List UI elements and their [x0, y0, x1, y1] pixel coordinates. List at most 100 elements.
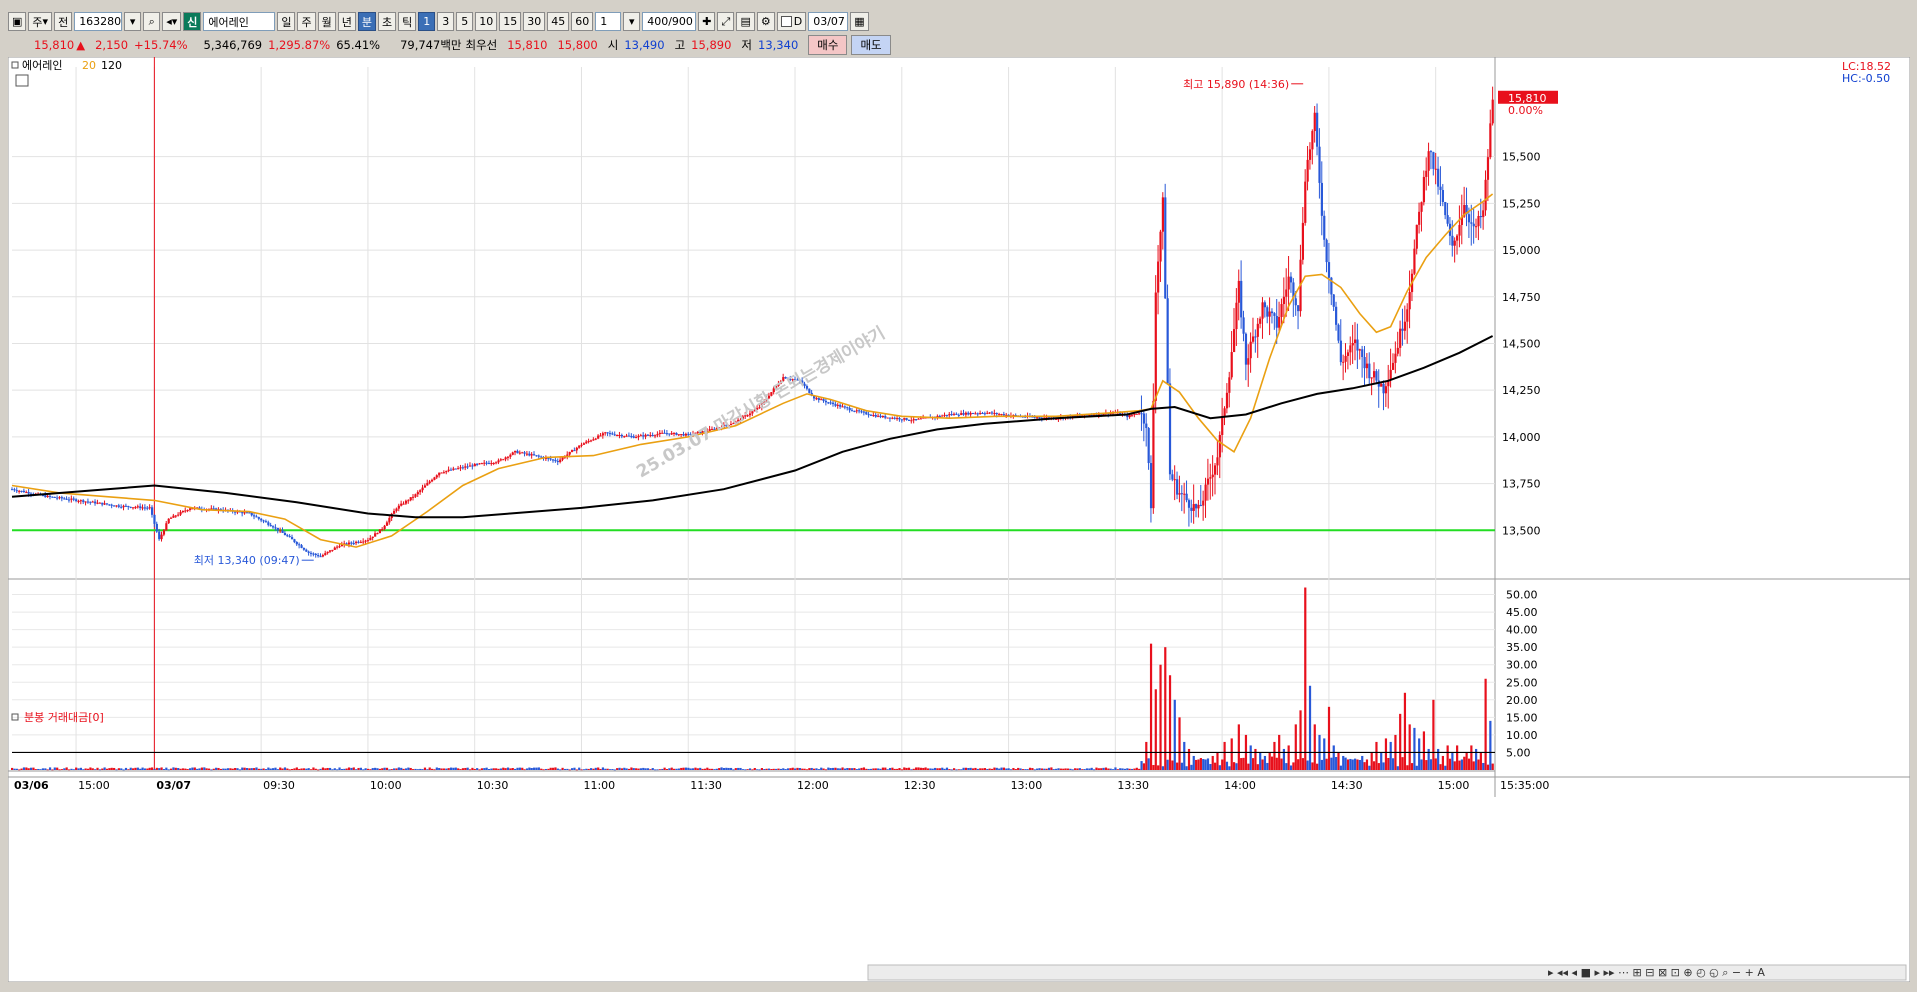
price-tick-label: 13,500	[1502, 524, 1541, 537]
candle-body	[945, 414, 949, 416]
volume-bar	[528, 767, 531, 770]
stock-code-input[interactable]: 163280	[74, 12, 123, 31]
candle-body	[1429, 151, 1433, 153]
candle-body	[1439, 186, 1442, 191]
gear-icon[interactable]: ⚙	[756, 12, 775, 31]
interval-button[interactable]: 30	[523, 12, 546, 31]
scroll-buttons[interactable]: ▸ ◂◂ ◂ ■ ▸ ▸▸ ⋯ ⊞ ⊟ ⊠ ⊡ ⊕ ◴ ◵ ⌕ − + A	[1548, 966, 1765, 979]
candle-body	[58, 497, 61, 499]
period-second-button[interactable]: 초	[377, 12, 397, 31]
date-checkbox[interactable]: D	[776, 12, 807, 31]
save-icon[interactable]: ▤	[736, 12, 755, 31]
interval-button[interactable]: 60	[571, 12, 594, 31]
open-label: 시	[607, 38, 619, 52]
candle-body	[1346, 352, 1350, 356]
period-tick-button[interactable]: 틱	[398, 12, 417, 31]
candle-body	[94, 501, 97, 504]
volume-bar	[105, 768, 109, 770]
chart-settings-icon[interactable]: ▣	[8, 12, 27, 31]
volume-bar	[670, 767, 673, 770]
volume-bar	[898, 768, 901, 770]
interval-button[interactable]: 3	[437, 12, 455, 31]
volume-bar	[495, 768, 498, 770]
volume-bar	[1050, 767, 1053, 770]
interval-button[interactable]: 1	[418, 12, 436, 31]
candle-body	[139, 506, 142, 509]
price-chart[interactable]: 03/06 15:00 03/07 09:30 10:00 10:30 11:00 11:30…	[8, 57, 1910, 982]
candle-body	[442, 472, 446, 474]
volume-bar	[207, 768, 211, 770]
table-icon[interactable]	[15, 74, 29, 87]
cross-tool-icon[interactable]: ✚	[698, 12, 716, 31]
volume-bar	[862, 767, 866, 770]
candle-body	[834, 404, 837, 406]
volume-bar	[566, 768, 569, 770]
best-ask: 15,810	[507, 38, 548, 52]
candle-body	[950, 414, 953, 416]
volume-bar	[234, 767, 237, 770]
market-select[interactable]: 주 ▾	[28, 12, 53, 31]
interval-button[interactable]: 5	[456, 12, 474, 31]
interval-button[interactable]: 15	[499, 12, 522, 31]
price-change: 2,150	[95, 38, 129, 52]
candle-body	[860, 411, 863, 413]
candle-body	[321, 555, 325, 557]
volume-bar	[1306, 760, 1309, 770]
volume-bar	[521, 767, 524, 770]
candle-body	[148, 507, 151, 509]
volume-bar	[1444, 765, 1447, 770]
candle-body	[1256, 323, 1259, 337]
sound-icon[interactable]: ◂▾	[162, 12, 182, 31]
volume-bar	[739, 767, 742, 770]
custom-interval-input[interactable]: 1	[595, 12, 622, 31]
candle-body	[127, 506, 130, 508]
date-field[interactable]: 03/07	[808, 12, 849, 31]
volume-bar	[371, 768, 374, 770]
period-minute-button[interactable]: 분	[357, 12, 376, 31]
candle-body	[371, 536, 374, 538]
candle-body	[1249, 341, 1252, 359]
volume-bar	[362, 769, 365, 771]
volume-bar	[110, 767, 113, 770]
volume-bar	[1116, 769, 1119, 770]
volume-bar	[94, 769, 97, 771]
period-year-button[interactable]: 년	[337, 12, 356, 31]
zoom-tool-icon[interactable]: ⤢	[717, 12, 735, 31]
volume-bar	[378, 768, 381, 770]
period-week-button[interactable]: 주	[297, 12, 316, 31]
interval-button[interactable]: 10	[475, 12, 498, 31]
candle-body	[580, 444, 583, 446]
volume-bar	[986, 768, 989, 770]
volume-bar	[537, 767, 540, 770]
volume-bar	[953, 768, 956, 770]
candle-body	[635, 437, 638, 439]
candle-body	[974, 413, 977, 415]
candle-body	[487, 463, 491, 465]
candle-body	[639, 435, 642, 437]
calendar-icon[interactable]: ▦	[850, 12, 869, 31]
time-tick-label: 11:30	[690, 779, 722, 792]
volume-bar	[184, 768, 187, 770]
candle-body	[879, 415, 882, 418]
prev-button[interactable]: 전	[54, 12, 73, 31]
volume-bar	[1453, 761, 1456, 770]
volume-bar	[737, 767, 740, 770]
interval-dropdown-icon[interactable]: ▾	[623, 12, 641, 31]
volume-bar	[777, 768, 780, 770]
period-month-button[interactable]: 월	[317, 12, 336, 31]
candle-body	[300, 545, 303, 548]
buy-button[interactable]: 매수	[808, 35, 848, 55]
code-dropdown-icon[interactable]: ▾	[124, 12, 142, 31]
stock-name-field[interactable]: 에어레인	[203, 12, 276, 31]
search-icon[interactable]: ⌕	[143, 12, 161, 31]
bar-count-field[interactable]: 400/900	[642, 12, 697, 31]
interval-button[interactable]: 45	[547, 12, 570, 31]
sell-button[interactable]: 매도	[851, 35, 891, 55]
volume-bar	[84, 768, 87, 770]
volume-bar	[751, 769, 754, 771]
period-day-button[interactable]: 일	[277, 12, 296, 31]
volume-bar	[632, 768, 635, 770]
candle-body	[680, 434, 683, 436]
volume-bar	[108, 768, 111, 770]
volume-bar	[1489, 720, 1492, 770]
